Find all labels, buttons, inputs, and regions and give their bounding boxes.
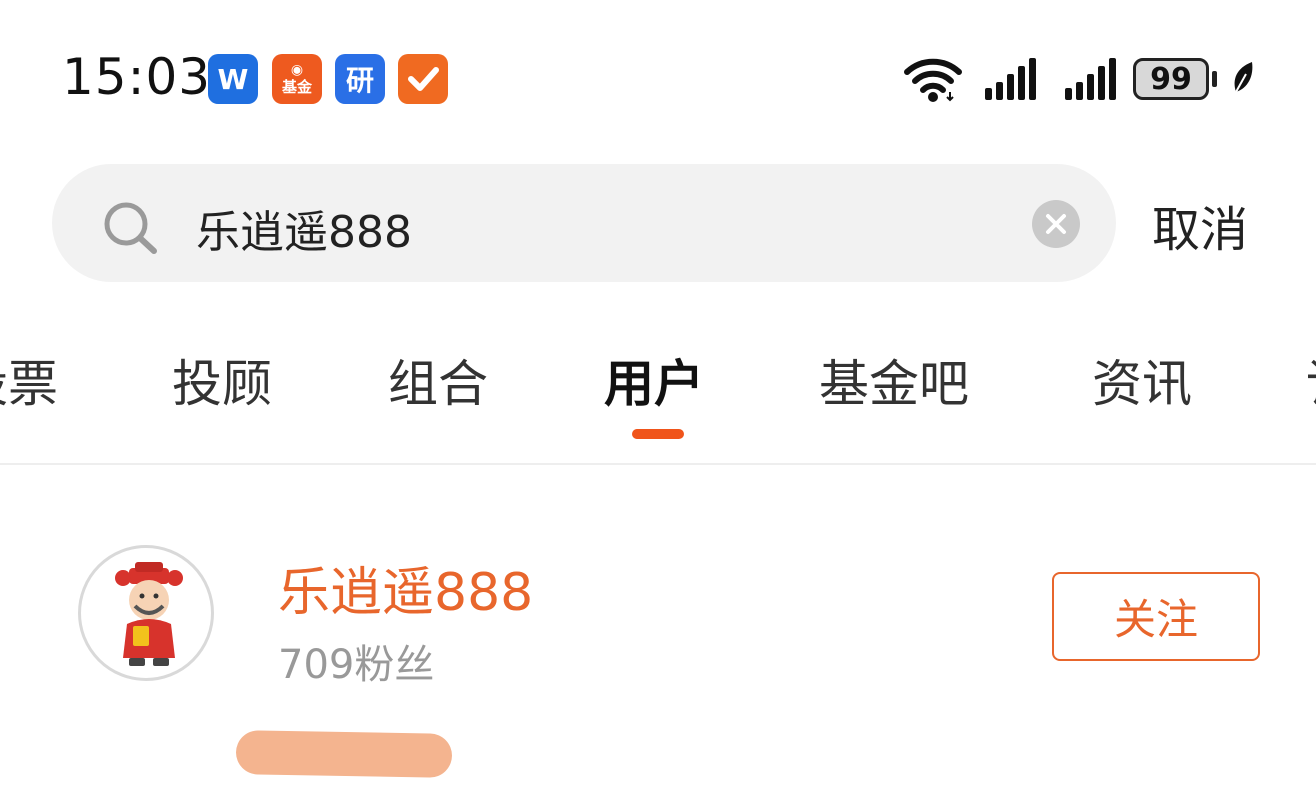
tab-more[interactable]: 讨 (1306, 344, 1316, 416)
tab-fund-forum[interactable]: 基金吧 (819, 344, 969, 416)
active-tab-indicator (632, 429, 684, 439)
avatar[interactable] (78, 545, 214, 681)
redaction-mark (235, 730, 453, 778)
battery-level: 99 (1150, 61, 1192, 97)
fund-app-icon-mark: ◉ (290, 62, 304, 78)
tab-users[interactable]: 用户 (604, 344, 704, 416)
check-app-icon (398, 54, 448, 104)
user-name[interactable]: 乐逍遥888 (278, 550, 533, 625)
search-input[interactable]: 乐逍遥888 (196, 196, 412, 260)
research-app-icon-text: 研 (345, 64, 374, 97)
wifi-icon (904, 58, 962, 102)
cancel-button[interactable]: 取消 (1152, 190, 1248, 260)
w-app-icon-text: W (217, 62, 249, 96)
signal-icon (985, 58, 1036, 100)
divider (0, 463, 1316, 465)
leaf-icon (1234, 62, 1253, 93)
fans-count: 709粉丝 (278, 642, 435, 688)
w-app-icon: W (208, 54, 258, 104)
fund-app-icon: ◉ 基金 (272, 54, 322, 104)
clear-icon[interactable] (1032, 200, 1080, 248)
follow-button[interactable]: 关注 (1052, 572, 1260, 661)
battery-cap (1212, 71, 1217, 87)
status-time: 15:03 (62, 48, 212, 106)
signal-2-icon (1065, 58, 1116, 100)
tab-news[interactable]: 资讯 (1092, 344, 1192, 416)
tab-stocks[interactable]: 股票 (0, 344, 58, 416)
research-app-icon: 研 (335, 54, 385, 104)
fund-app-icon-text: 基金 (281, 78, 312, 96)
tab-advisors[interactable]: 投顾 (172, 344, 272, 416)
battery-icon: 99 (1133, 58, 1209, 100)
search-icon (104, 202, 157, 254)
tab-portfolios[interactable]: 组合 (388, 344, 488, 416)
